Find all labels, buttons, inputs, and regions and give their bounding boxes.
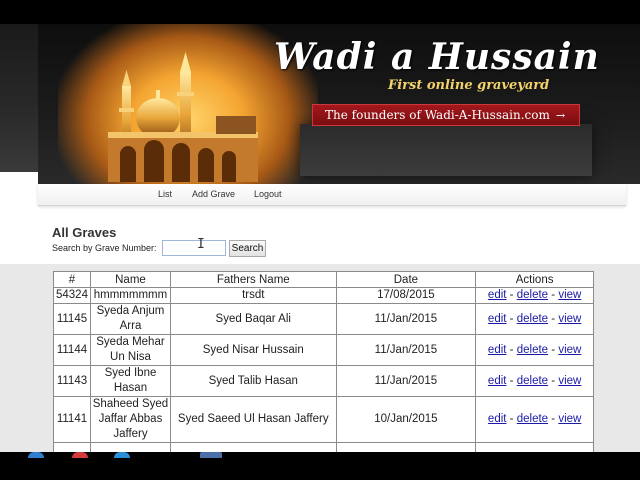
edit-link[interactable]: edit: [488, 413, 507, 425]
view-link[interactable]: view: [558, 344, 581, 356]
cell-name: Shaheed Syed Jaffar Abbas Jaffery: [89, 396, 171, 443]
cell-actions: edit - delete - view: [475, 334, 594, 366]
cell-actions: [475, 442, 594, 452]
header-actions: Actions: [475, 271, 594, 288]
header-fathers-name: Fathers Name: [169, 271, 337, 288]
table-row: 11145 Syeda Anjum Arra Syed Baqar Ali 11…: [53, 303, 594, 335]
cell-number: 11141: [53, 396, 91, 443]
cell-fathers-name: Syed Nisar Hussain: [169, 334, 337, 366]
cell-date: 11/Jan/2015: [335, 365, 477, 397]
nav-add-grave-link[interactable]: Add Grave: [192, 189, 235, 199]
page-title: All Graves: [52, 225, 117, 240]
nav-list-link[interactable]: List: [158, 189, 172, 199]
delete-link[interactable]: delete: [517, 289, 548, 301]
cell-fathers-name: Syed Baqar Ali: [169, 303, 337, 335]
cell-fathers-name: Syed Saeed Ul Hasan Jaffery: [169, 396, 337, 443]
taskbar: [0, 452, 640, 480]
text-cursor-icon: I: [197, 237, 205, 252]
cell-date: 11/Jan/2015: [335, 334, 477, 366]
cell-actions: edit - delete - view: [475, 396, 594, 443]
top-navigation: List Add Grave Logout: [38, 184, 626, 206]
cell-name: Syed Ibne Hasan: [89, 365, 171, 397]
action-separator: -: [509, 413, 514, 425]
edit-link[interactable]: edit: [488, 375, 507, 387]
cell-actions: edit - delete - view: [475, 303, 594, 335]
action-separator: -: [509, 289, 514, 301]
taskbar-app-icon[interactable]: [72, 452, 88, 458]
cell-date: 17/08/2015: [335, 287, 477, 304]
action-separator: -: [509, 343, 514, 356]
arrow-right-icon: →: [555, 109, 566, 122]
cell-actions: edit - delete - view: [475, 365, 594, 397]
browser-page: Wadi a Hussain First online graveyard Th…: [0, 24, 640, 452]
taskbar-app-icon[interactable]: [28, 452, 44, 458]
taskbar-app-icon[interactable]: [200, 452, 222, 458]
action-separator: -: [551, 413, 556, 425]
edit-link[interactable]: edit: [488, 289, 507, 301]
delete-link[interactable]: delete: [517, 344, 548, 356]
cell-name: Mirza Mumtaz: [89, 442, 171, 452]
cell-fathers-name: Syed Talib Hasan: [169, 365, 337, 397]
cell-number: 11144: [53, 334, 91, 366]
cell-date: 11/Jan/2015: [335, 303, 477, 335]
header-number: #: [53, 271, 91, 288]
table-row: 11144 Syeda Mehar Un Nisa Syed Nisar Hus…: [53, 334, 594, 366]
action-separator: -: [551, 312, 556, 325]
banner-shadow-box: [300, 124, 592, 176]
action-separator: -: [551, 374, 556, 387]
edit-link[interactable]: edit: [488, 344, 507, 356]
header-name: Name: [89, 271, 171, 288]
left-dark-strip: [0, 24, 38, 172]
graves-table: # Name Fathers Name Date Actions 54324 h…: [53, 271, 594, 452]
table-row: Mirza Mumtaz: [53, 442, 594, 452]
cell-fathers-name: trsdt: [169, 287, 337, 304]
cell-name: hmmmmmmm: [89, 287, 171, 304]
action-separator: -: [551, 343, 556, 356]
action-separator: -: [509, 312, 514, 325]
shrine-dome-image: [108, 52, 258, 182]
taskbar-app-icon[interactable]: [114, 452, 130, 458]
nav-logout-link[interactable]: Logout: [254, 189, 282, 199]
view-link[interactable]: view: [558, 375, 581, 387]
table-row: 11141 Shaheed Syed Jaffar Abbas Jaffery …: [53, 396, 594, 443]
cell-number: [53, 442, 91, 452]
founders-text: The founders of Wadi-A-Hussain.com: [325, 108, 550, 122]
table-row: 11143 Syed Ibne Hasan Syed Talib Hasan 1…: [53, 365, 594, 397]
site-title: Wadi a Hussain: [274, 36, 600, 78]
header-date: Date: [335, 271, 477, 288]
view-link[interactable]: view: [558, 313, 581, 325]
cell-number: 11145: [53, 303, 91, 335]
search-input[interactable]: [162, 240, 226, 256]
cell-actions: edit - delete - view: [475, 287, 594, 304]
cell-name: Syeda Mehar Un Nisa: [89, 334, 171, 366]
cell-fathers-name: [169, 442, 337, 452]
view-link[interactable]: view: [558, 289, 581, 301]
site-subtitle: First online graveyard: [388, 78, 550, 93]
action-separator: -: [551, 289, 556, 301]
table-row: 54324 hmmmmmmm trsdt 17/08/2015 edit - d…: [53, 287, 594, 304]
table-header-row: # Name Fathers Name Date Actions: [53, 271, 594, 288]
edit-link[interactable]: edit: [488, 313, 507, 325]
cell-date: [335, 442, 477, 452]
view-link[interactable]: view: [558, 413, 581, 425]
cell-number: 54324: [53, 287, 91, 304]
cell-number: 11143: [53, 365, 91, 397]
action-separator: -: [509, 374, 514, 387]
delete-link[interactable]: delete: [517, 413, 548, 425]
search-button[interactable]: Search: [229, 240, 266, 257]
cell-date: 10/Jan/2015: [335, 396, 477, 443]
cell-name: Syeda Anjum Arra: [89, 303, 171, 335]
delete-link[interactable]: delete: [517, 313, 548, 325]
site-banner: Wadi a Hussain First online graveyard Th…: [38, 24, 640, 184]
delete-link[interactable]: delete: [517, 375, 548, 387]
search-label: Search by Grave Number:: [52, 243, 157, 253]
founders-link-bar[interactable]: The founders of Wadi-A-Hussain.com →: [312, 104, 580, 126]
top-black-bar: [0, 0, 640, 24]
